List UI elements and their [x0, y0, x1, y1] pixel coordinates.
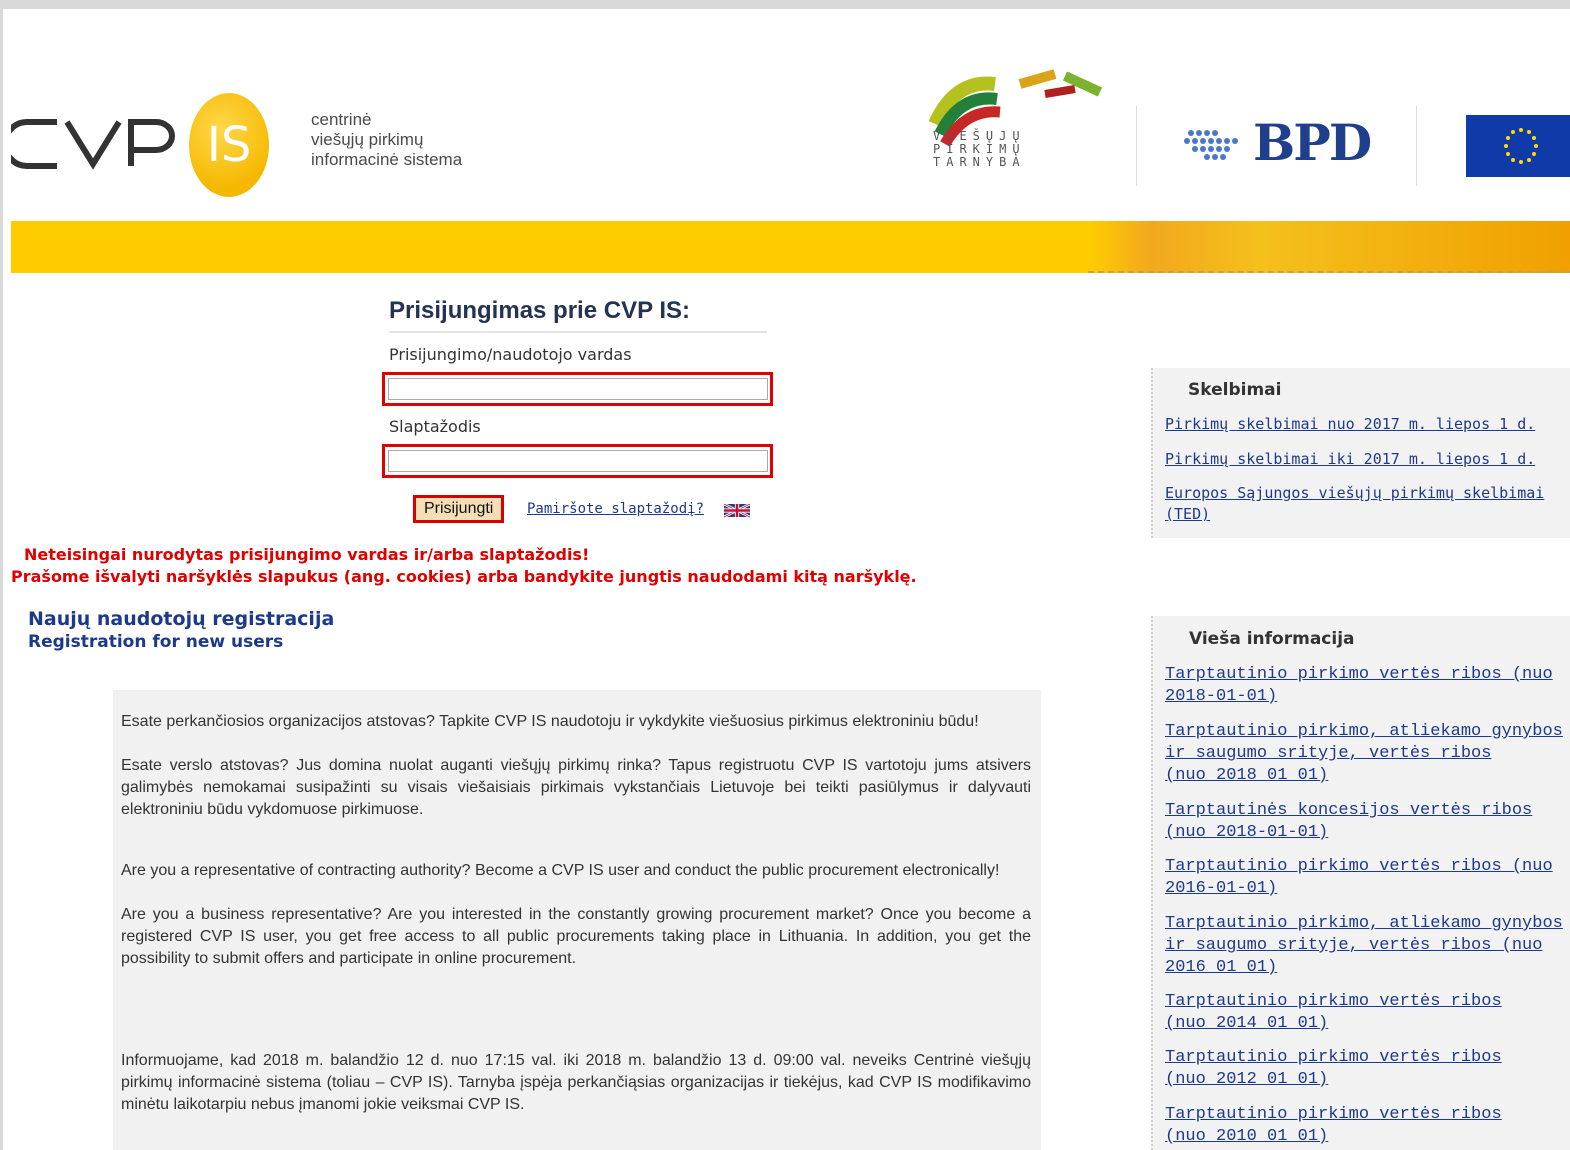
info-text-maintenance: Informuojame, kad 2018 m. balandžio 12 d…: [121, 1052, 1031, 1113]
bpd-globe-icon: [1184, 130, 1238, 160]
public-info-link-2[interactable]: Tarptautinio pirkimo, atliekamo gynybos …: [1165, 721, 1570, 787]
bpd-logo: BPD: [1253, 113, 1372, 172]
info-text-lt-1: Esate perkančiosios organizacijos atstov…: [121, 713, 979, 730]
notices-link-from-2017[interactable]: Pirkimų skelbimai nuo 2017 m. liepos 1 d…: [1165, 414, 1565, 435]
is-logo-circle: IS: [189, 93, 269, 197]
page: IS centrinė viešųjų pirkimų informacinė …: [3, 9, 1570, 1150]
header-divider: [1136, 106, 1137, 186]
forgot-password-link[interactable]: Pamiršote slaptažodį?: [527, 501, 704, 517]
public-info-title: Vieša informacija: [1189, 629, 1355, 649]
vpt-logo-text: VIEŠŲJŲ PIRKIMŲ TARNYBA: [933, 129, 1026, 169]
password-label: Slaptažodis: [389, 417, 481, 436]
eu-flag-icon: [1466, 115, 1570, 177]
error-message-cookies: Prašome išvalyti naršyklės slapukus (ang…: [11, 567, 917, 586]
notices-link-until-2017[interactable]: Pirkimų skelbimai iki 2017 m. liepos 1 d…: [1165, 449, 1565, 470]
password-field-wrapper: [382, 444, 773, 478]
vpt-logo: [928, 69, 1103, 147]
notices-link-ted[interactable]: Europos Sąjungos viešųjų pirkimų skelbim…: [1165, 483, 1565, 525]
notices-title: Skelbimai: [1188, 380, 1282, 400]
registration-link[interactable]: Naujų naudotojų registracija: [28, 608, 334, 630]
info-text-en-1: Are you a representative of contracting …: [121, 862, 1000, 879]
header-band-divider: [1088, 271, 1570, 273]
public-info-link-3[interactable]: Tarptautinės koncesijos vertės ribos (nu…: [1165, 800, 1570, 844]
uk-flag-icon[interactable]: [724, 502, 750, 519]
header-divider-2: [1416, 106, 1417, 186]
registration-link-en[interactable]: Registration for new users: [28, 632, 283, 652]
login-button[interactable]: Prisijungti: [413, 495, 505, 523]
login-title: Prisijungimas prie CVP IS:: [389, 297, 767, 333]
public-info-link-8[interactable]: Tarptautinio pirkimo vertės ribos (nuo 2…: [1165, 1104, 1570, 1148]
username-label: Prisijungimo/naudotojo vardas: [389, 345, 632, 364]
info-panel: Esate perkančiosios organizacijos atstov…: [113, 690, 1041, 1150]
password-input[interactable]: [388, 450, 768, 472]
public-info-link-7[interactable]: Tarptautinio pirkimo vertės ribos (nuo 2…: [1165, 1047, 1570, 1091]
info-text-en-2: Are you a business representative? Are y…: [121, 906, 1031, 967]
username-field-wrapper: [382, 372, 773, 406]
public-info-link-1[interactable]: Tarptautinio pirkimo vertės ribos (nuo 2…: [1165, 664, 1570, 708]
logo-tagline: centrinė viešųjų pirkimų informacinė sis…: [311, 110, 463, 169]
username-input[interactable]: [388, 378, 768, 400]
header-band: [11, 221, 1570, 273]
public-info-link-4[interactable]: Tarptautinio pirkimo vertės ribos (nuo 2…: [1165, 856, 1570, 900]
info-text-lt-2: Esate verslo atstovas? Jus domina nuolat…: [121, 757, 1031, 818]
cvp-logo: [11, 119, 175, 170]
error-message-credentials: Neteisingai nurodytas prisijungimo varda…: [24, 545, 590, 564]
public-info-link-5[interactable]: Tarptautinio pirkimo, atliekamo gynybos …: [1165, 913, 1570, 979]
public-info-link-6[interactable]: Tarptautinio pirkimo vertės ribos (nuo 2…: [1165, 991, 1570, 1035]
